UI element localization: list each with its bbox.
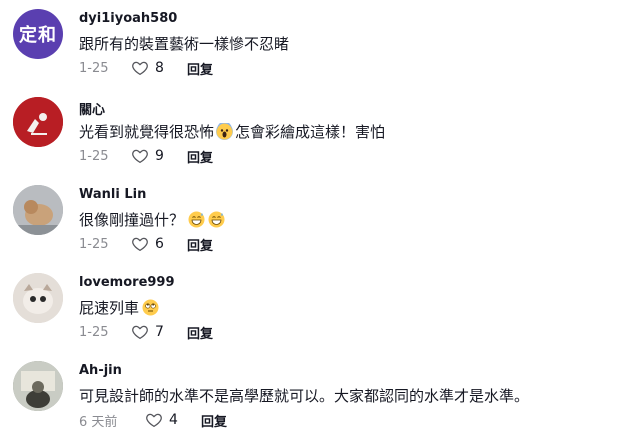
reply-button[interactable]: 回复 [187, 147, 213, 166]
reply-button[interactable]: 回复 [187, 59, 213, 78]
comment-username[interactable]: Wanli Lin [79, 187, 146, 202]
comment-username[interactable]: lovemore999 [79, 275, 175, 290]
heart-icon [132, 325, 148, 340]
comment-text-content: 可見設計師的水準不是高學歷就可以。大家都認同的水準才是水準。 [79, 387, 530, 405]
grin-sweat-emoji-icon [208, 211, 225, 228]
comment-username[interactable]: 關心 [79, 99, 105, 118]
avatar-text: 定和 [19, 25, 57, 46]
comment-text-content-after: 怎會彩繪成這樣！害怕 [235, 123, 386, 141]
reply-button[interactable]: 回复 [187, 235, 213, 254]
reply-button[interactable]: 回复 [201, 411, 227, 430]
like-count: 7 [155, 324, 164, 340]
reply-button[interactable]: 回复 [187, 323, 213, 342]
like-count: 8 [155, 60, 164, 76]
avatar[interactable] [13, 185, 63, 235]
like-button[interactable]: 4 [145, 411, 201, 429]
avatar-image [13, 97, 63, 147]
comment-text: 跟所有的裝置藝術一樣慘不忍睹 [79, 33, 289, 54]
comment-date: 6 天前 [79, 414, 118, 430]
comment-meta: 1-25 6 回复 [79, 235, 213, 254]
heart-icon [132, 237, 148, 252]
comment-username[interactable]: Ah-jin [79, 363, 122, 378]
comment-meta: 1-25 7 回复 [79, 323, 213, 342]
heart-icon [146, 413, 162, 428]
comment-date: 1-25 [79, 60, 109, 76]
like-button[interactable]: 6 [131, 235, 187, 253]
comment-username[interactable]: dyi1iyoah580 [79, 11, 177, 26]
avatar[interactable] [13, 361, 63, 411]
like-count: 4 [169, 412, 178, 428]
comment-meta: 1-25 9 回复 [79, 147, 213, 166]
comment-text-content: 屁速列車 [79, 299, 140, 317]
scream-emoji-icon [216, 121, 234, 140]
comment-text-content: 跟所有的裝置藝術一樣慘不忍睹 [79, 35, 290, 53]
comment-date: 1-25 [79, 148, 109, 164]
like-button[interactable]: 8 [131, 59, 187, 77]
comment-meta: 1-25 8 回复 [79, 59, 213, 78]
avatar-image [13, 185, 63, 235]
heart-icon [132, 149, 148, 164]
comment-text-content: 很像剛撞過什？ [79, 211, 185, 229]
comment-text: 光看到就覺得很恐怖 怎會彩繪成這樣！害怕 [79, 121, 385, 142]
avatar[interactable] [13, 97, 63, 147]
avatar[interactable] [13, 273, 63, 323]
comment-text-content: 光看到就覺得很恐怖 [79, 123, 215, 141]
comment-meta: 6 天前 4 回复 [79, 411, 227, 430]
avatar-image [13, 273, 63, 323]
comment-date: 1-25 [79, 324, 109, 340]
comment-text: 可見設計師的水準不是高學歷就可以。大家都認同的水準才是水準。 [79, 385, 529, 406]
avatar[interactable]: 定和 [13, 9, 63, 59]
comment-text: 屁速列車 [79, 297, 159, 318]
like-button[interactable]: 7 [131, 323, 187, 341]
like-count: 6 [155, 236, 164, 252]
rolling-eyes-emoji-icon [142, 299, 159, 316]
avatar-image [13, 361, 63, 411]
like-count: 9 [155, 148, 164, 164]
comment-date: 1-25 [79, 236, 109, 252]
grin-sweat-emoji-icon [188, 211, 205, 228]
comment-text: 很像剛撞過什？ [79, 209, 225, 230]
like-button[interactable]: 9 [131, 147, 187, 165]
heart-icon [132, 61, 148, 76]
